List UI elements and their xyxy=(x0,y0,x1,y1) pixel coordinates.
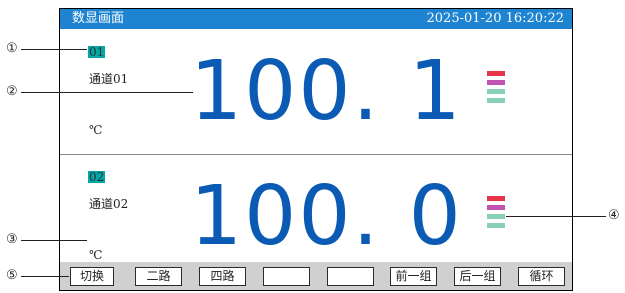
callout-line-5 xyxy=(21,276,69,277)
alarm-status-indicator xyxy=(487,71,505,107)
channel-value: 100. 0 xyxy=(190,169,463,264)
callout-marker-3: ③ xyxy=(6,232,18,247)
channel-number: 01 xyxy=(88,45,106,59)
channel-unit: ℃ xyxy=(89,123,103,137)
channel-name: 通道01 xyxy=(89,72,129,86)
previous-group-button[interactable]: 前一组 xyxy=(390,267,437,286)
blank-button-2[interactable] xyxy=(327,267,374,286)
cycle-button[interactable]: 循环 xyxy=(518,267,565,286)
channel-value: 100. 1 xyxy=(190,44,463,139)
alarm-bar-4 xyxy=(487,223,505,228)
four-channel-button[interactable]: 四路 xyxy=(199,267,246,286)
screen-title: 数显画面 xyxy=(72,11,125,26)
callout-marker-2: ② xyxy=(6,84,18,99)
callout-marker-4: ④ xyxy=(608,208,620,223)
channel-panel-2[interactable]: 02 通道02 ℃ 100. 0 xyxy=(60,155,572,279)
channel-unit: ℃ xyxy=(89,248,103,262)
callout-marker-1: ① xyxy=(6,41,18,56)
channel-number: 02 xyxy=(88,170,106,184)
function-button-bar: 切换 二路 四路 前一组 后一组 循环 xyxy=(60,262,572,290)
alarm-bar-4 xyxy=(487,98,505,103)
callout-line-3 xyxy=(21,240,87,241)
two-channel-button[interactable]: 二路 xyxy=(135,267,182,286)
alarm-status-indicator xyxy=(487,196,505,232)
callout-marker-5: ⑤ xyxy=(6,268,18,283)
display-panel: 数显画面 2025-01-20 16:20:22 01 通道01 ℃ 100. … xyxy=(59,8,573,291)
callout-line-1 xyxy=(21,49,87,50)
alarm-bar-2 xyxy=(487,80,505,85)
alarm-bar-2 xyxy=(487,205,505,210)
alarm-bar-3 xyxy=(487,214,505,219)
callout-line-2 xyxy=(21,92,193,93)
callout-line-4 xyxy=(506,216,606,217)
alarm-bar-3 xyxy=(487,89,505,94)
alarm-bar-1 xyxy=(487,71,505,76)
blank-button-1[interactable] xyxy=(263,267,310,286)
alarm-bar-1 xyxy=(487,196,505,201)
switch-button[interactable]: 切换 xyxy=(70,267,114,286)
next-group-button[interactable]: 后一组 xyxy=(454,267,501,286)
date-time: 2025-01-20 16:20:22 xyxy=(426,11,564,26)
channel-name: 通道02 xyxy=(89,197,129,211)
title-bar: 数显画面 2025-01-20 16:20:22 xyxy=(60,9,572,29)
